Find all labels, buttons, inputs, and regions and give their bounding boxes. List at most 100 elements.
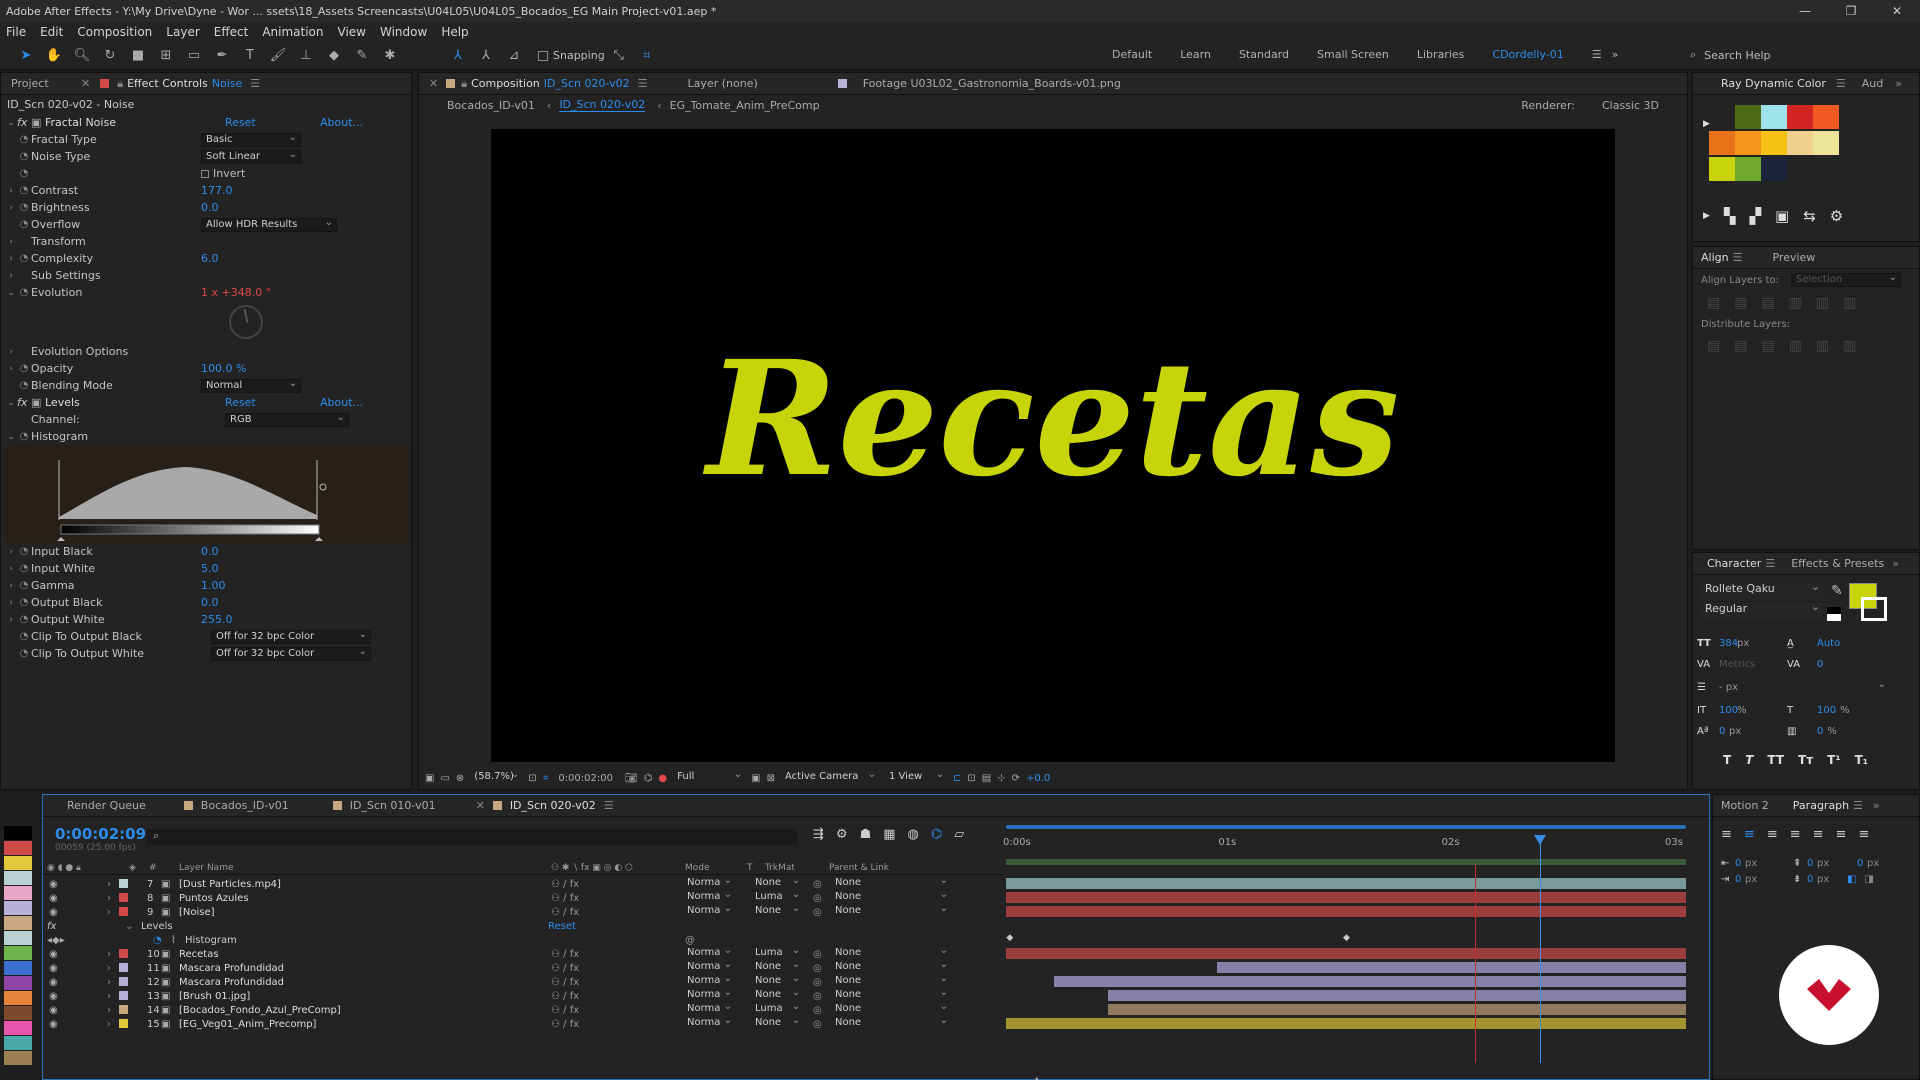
- show-snapshot-icon[interactable]: ⌬: [644, 773, 653, 784]
- evolution-dial[interactable]: [229, 305, 263, 339]
- twirl-closed-icon[interactable]: ›: [5, 364, 17, 374]
- label-color-swatch[interactable]: [4, 886, 32, 900]
- blend-mode-dropdown[interactable]: Norma: [683, 1003, 735, 1017]
- workspace-libraries[interactable]: Libraries: [1417, 48, 1465, 61]
- twirl-closed-icon[interactable]: ›: [5, 254, 17, 264]
- parent-dropdown[interactable]: None: [831, 905, 951, 919]
- property-value[interactable]: 1.00: [201, 579, 226, 592]
- snapping-toggle[interactable]: Snapping: [538, 49, 605, 62]
- layer-row[interactable]: ◉ › 10▣ Recetas ⚇ ∕ fx Norma Luma ◎ None: [43, 947, 948, 961]
- type-tool-icon[interactable]: T: [239, 46, 261, 66]
- graph-editor-icon[interactable]: ⌬: [931, 827, 942, 842]
- layer-label-color[interactable]: [119, 949, 128, 958]
- layer-label-color[interactable]: [119, 963, 128, 972]
- twirl-closed-icon[interactable]: ›: [5, 564, 17, 574]
- track-matte-dropdown[interactable]: Luma: [751, 891, 803, 905]
- pick-whip-icon[interactable]: ◎: [813, 893, 822, 904]
- blend-mode-dropdown[interactable]: Norma: [683, 891, 735, 905]
- stopwatch-icon[interactable]: ◔: [17, 363, 31, 374]
- more-panels-icon[interactable]: »: [1873, 799, 1880, 812]
- transparency-grid-icon[interactable]: ⊠: [767, 773, 775, 784]
- stopwatch-icon[interactable]: ◔: [17, 380, 31, 391]
- property-dropdown[interactable]: Basic: [201, 132, 301, 147]
- composition-canvas[interactable]: Recetas: [491, 129, 1615, 762]
- tab-composition[interactable]: Composition: [471, 77, 544, 90]
- square-icon[interactable]: ▣: [1775, 207, 1789, 225]
- twirl-closed-icon[interactable]: ›: [5, 237, 17, 247]
- panel-menu-icon[interactable]: ☰: [1836, 77, 1846, 90]
- twirl-closed-icon[interactable]: ›: [5, 598, 17, 608]
- panel-menu-icon[interactable]: ☰: [638, 77, 648, 90]
- justify-all-icon[interactable]: ≡: [1858, 827, 1869, 842]
- fx-icon[interactable]: fx: [17, 396, 31, 409]
- layer-name-header[interactable]: Layer Name: [179, 863, 234, 873]
- layer-duration-bar[interactable]: [1006, 948, 1686, 959]
- clip-white-dropdown[interactable]: Off for 32 bpc Color: [211, 646, 371, 661]
- parent-dropdown[interactable]: None: [831, 1017, 951, 1031]
- label-color-swatch[interactable]: [4, 991, 32, 1005]
- track-matte-dropdown[interactable]: None: [751, 975, 803, 989]
- layer-label-color[interactable]: [119, 991, 128, 1000]
- draft-3d-icon[interactable]: ⚙: [836, 827, 848, 842]
- parent-dropdown[interactable]: None: [831, 891, 951, 905]
- tab-effects-presets[interactable]: Effects & Presets: [1791, 557, 1884, 570]
- motion-blur-icon[interactable]: ◍: [908, 827, 919, 842]
- twirl-closed-icon[interactable]: ›: [5, 615, 17, 625]
- tracking-value[interactable]: 0: [1817, 659, 1823, 670]
- layer-name[interactable]: [Dust Particles.mp4]: [179, 879, 539, 890]
- tsume-value[interactable]: 0: [1817, 726, 1823, 737]
- all-caps-button[interactable]: TT: [1767, 753, 1784, 767]
- visibility-eye-icon[interactable]: ◉: [49, 949, 58, 960]
- twirl-closed-icon[interactable]: ›: [5, 271, 17, 281]
- tab-align[interactable]: Align: [1693, 251, 1733, 264]
- tab-ray-dynamic-color[interactable]: Ray Dynamic Color: [1693, 77, 1836, 90]
- menu-window[interactable]: Window: [380, 25, 427, 39]
- fast-preview-icon[interactable]: ⊡: [967, 773, 975, 784]
- blend-mode-dropdown[interactable]: Norma: [683, 877, 735, 891]
- play-small-icon[interactable]: ▶: [1703, 211, 1710, 221]
- snapping-checkbox[interactable]: [538, 50, 548, 61]
- track-matte-dropdown[interactable]: None: [751, 989, 803, 1003]
- visibility-eye-icon[interactable]: ◉: [49, 963, 58, 974]
- layer-name[interactable]: [Brush 01.jpg]: [179, 991, 539, 1002]
- ltr-direction-icon[interactable]: ◧: [1847, 874, 1856, 885]
- menu-view[interactable]: View: [338, 25, 366, 39]
- twirl-icon[interactable]: ›: [107, 893, 111, 904]
- pen-tool-icon[interactable]: ✒: [211, 46, 233, 66]
- workspace-menu-icon[interactable]: ☰: [1592, 48, 1602, 61]
- color-swatch[interactable]: [1787, 131, 1813, 155]
- pick-whip-icon[interactable]: ◎: [813, 949, 822, 960]
- camera-dropdown[interactable]: Active Camera: [781, 769, 879, 785]
- twirl-closed-icon[interactable]: ›: [5, 547, 17, 557]
- justify-right-icon[interactable]: ≡: [1836, 827, 1847, 842]
- workspace-more[interactable]: »: [1612, 48, 1619, 61]
- layer-switches-icon[interactable]: ⚇ ∕ fx: [551, 991, 579, 1002]
- layer-row[interactable]: ◉ › 7 ▣ [Dust Particles.mp4] ⚇ ∕ fx Norma None ◎…: [43, 877, 948, 891]
- layer-name[interactable]: Mascara Profundidad: [179, 977, 539, 988]
- pick-whip-icon[interactable]: ◎: [813, 977, 822, 988]
- blend-mode-dropdown[interactable]: Norma: [683, 975, 735, 989]
- layer-switches-icon[interactable]: ⚇ ∕ fx: [551, 949, 579, 960]
- workspace-small-screen[interactable]: Small Screen: [1317, 48, 1389, 61]
- levels-about-link[interactable]: About...: [320, 396, 363, 409]
- color-swatch[interactable]: [1761, 131, 1787, 155]
- close-icon[interactable]: ✕: [81, 77, 90, 90]
- superscript-button[interactable]: T¹: [1827, 753, 1840, 767]
- rectangle-tool-icon[interactable]: ▭: [183, 46, 205, 66]
- tab-render-queue[interactable]: Render Queue: [43, 799, 156, 812]
- world-axis-icon[interactable]: ⅄: [475, 46, 497, 66]
- expression-pickwhip-icon[interactable]: @: [685, 935, 695, 946]
- lock-icon[interactable]: 🔒︎: [461, 77, 467, 91]
- snapshot-icon[interactable]: 📷︎: [625, 773, 638, 784]
- twirl-open-icon[interactable]: ⌄: [125, 921, 133, 932]
- view-axis-icon[interactable]: ⊿: [503, 46, 525, 66]
- selection-tool-icon[interactable]: ➤: [15, 46, 37, 66]
- kerning-value[interactable]: Metrics: [1719, 659, 1787, 670]
- color-swatch[interactable]: [1761, 105, 1787, 129]
- panel-menu-icon[interactable]: ☰: [1765, 557, 1775, 570]
- fractal-reset-link[interactable]: Reset: [225, 116, 320, 129]
- layer-switches-icon[interactable]: ⚇ ∕ fx: [551, 893, 579, 904]
- settings-gear-icon[interactable]: ⚙: [1830, 207, 1843, 225]
- property-dropdown[interactable]: Normal: [201, 378, 301, 393]
- close-icon[interactable]: ✕: [429, 77, 438, 90]
